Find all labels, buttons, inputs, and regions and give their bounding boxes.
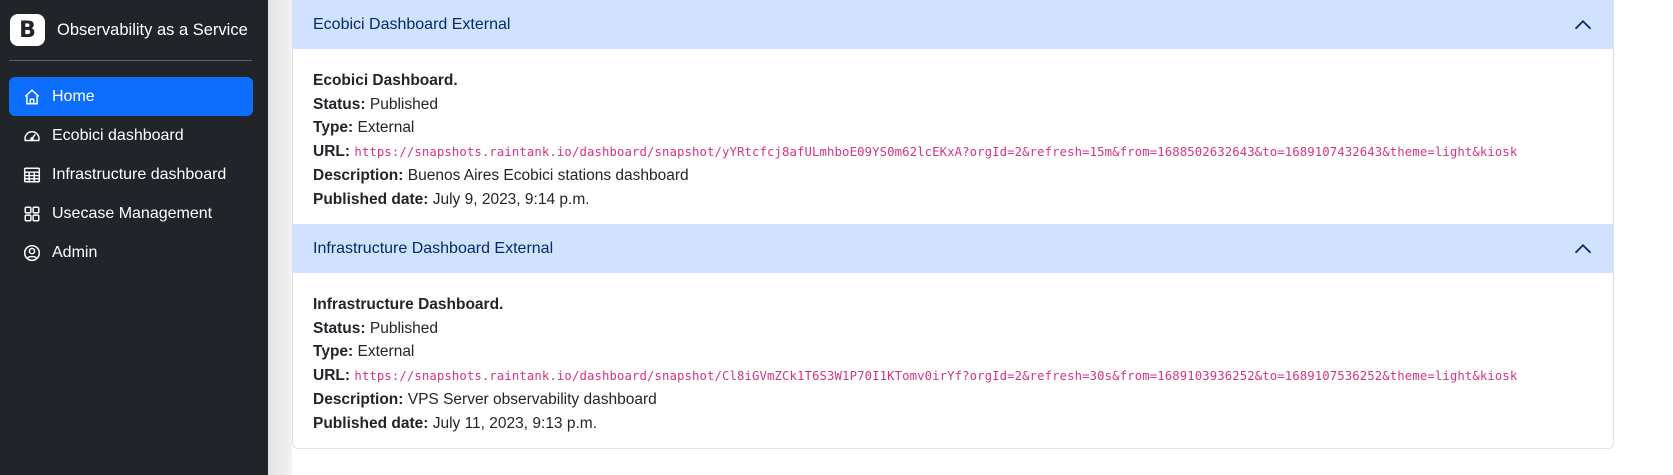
sidebar-nav: Home Ecobici dashboard Infrastructure da… bbox=[0, 77, 268, 272]
published-date-label: Published date: bbox=[313, 414, 429, 432]
status-value: Published bbox=[369, 95, 438, 113]
accordion-body-infrastructure: Infrastructure Dashboard. Status: Publis… bbox=[293, 273, 1613, 448]
published-date-value: July 9, 2023, 9:14 p.m. bbox=[432, 190, 590, 208]
brand-name: Observability as a Service bbox=[57, 20, 248, 39]
accordion-header-label: Infrastructure Dashboard External bbox=[313, 239, 554, 257]
sidebar-item-ecobici-dashboard[interactable]: Ecobici dashboard bbox=[9, 116, 253, 155]
sidebar-item-label: Usecase Management bbox=[52, 204, 213, 222]
sidebar: B Observability as a Service Home Ecobic… bbox=[0, 0, 268, 475]
dashboard-title: Ecobici Dashboard. bbox=[313, 72, 458, 89]
sidebar-item-label: Ecobici dashboard bbox=[52, 126, 184, 144]
sidebar-item-label: Infrastructure dashboard bbox=[52, 165, 227, 183]
sidebar-item-admin[interactable]: Admin bbox=[9, 233, 253, 272]
url-value[interactable]: https://snapshots.raintank.io/dashboard/… bbox=[354, 369, 1517, 383]
accordion-header-ecobici[interactable]: Ecobici Dashboard External bbox=[293, 0, 1613, 49]
description-label: Description: bbox=[313, 391, 404, 408]
dashboard-title: Infrastructure Dashboard. bbox=[313, 296, 504, 313]
sidebar-divider bbox=[9, 60, 252, 61]
status-label: Status: bbox=[313, 95, 366, 113]
main-content: Ecobici Dashboard External Ecobici Dashb… bbox=[292, 0, 1614, 449]
status-value: Published bbox=[369, 319, 438, 337]
speedometer-icon bbox=[23, 127, 41, 145]
published-date-value: July 11, 2023, 9:13 p.m. bbox=[432, 414, 598, 432]
type-label: Type: bbox=[313, 343, 354, 360]
url-label: URL: bbox=[313, 142, 351, 160]
description-value: VPS Server observability dashboard bbox=[407, 391, 657, 408]
published-date-label: Published date: bbox=[313, 190, 429, 208]
url-label: URL: bbox=[313, 366, 351, 384]
type-value: External bbox=[357, 343, 415, 360]
sidebar-item-usecase-management[interactable]: Usecase Management bbox=[9, 194, 253, 233]
description-value: Buenos Aires Ecobici stations dashboard bbox=[407, 167, 689, 184]
status-label: Status: bbox=[313, 319, 366, 337]
type-value: External bbox=[357, 119, 415, 136]
bootstrap-logo-icon: B bbox=[10, 14, 45, 46]
brand[interactable]: B Observability as a Service bbox=[0, 0, 268, 60]
home-icon bbox=[23, 88, 41, 106]
sidebar-item-label: Home bbox=[52, 87, 95, 105]
table-icon bbox=[23, 166, 41, 184]
chevron-up-icon[interactable] bbox=[1573, 239, 1593, 259]
sidebar-item-infrastructure-dashboard[interactable]: Infrastructure dashboard bbox=[9, 155, 253, 194]
person-circle-icon bbox=[23, 244, 41, 262]
chevron-up-icon[interactable] bbox=[1573, 15, 1593, 35]
accordion-body-ecobici: Ecobici Dashboard. Status: Published Typ… bbox=[293, 49, 1613, 224]
grid-icon bbox=[23, 205, 41, 223]
scroll-gutter bbox=[268, 0, 292, 475]
url-value[interactable]: https://snapshots.raintank.io/dashboard/… bbox=[354, 145, 1517, 159]
type-label: Type: bbox=[313, 119, 354, 136]
accordion-header-infrastructure[interactable]: Infrastructure Dashboard External bbox=[293, 224, 1613, 273]
accordion-header-label: Ecobici Dashboard External bbox=[313, 15, 511, 33]
sidebar-item-label: Admin bbox=[52, 243, 98, 261]
description-label: Description: bbox=[313, 167, 404, 184]
sidebar-item-home[interactable]: Home bbox=[9, 77, 253, 116]
dashboards-accordion: Ecobici Dashboard External Ecobici Dashb… bbox=[292, 0, 1614, 449]
